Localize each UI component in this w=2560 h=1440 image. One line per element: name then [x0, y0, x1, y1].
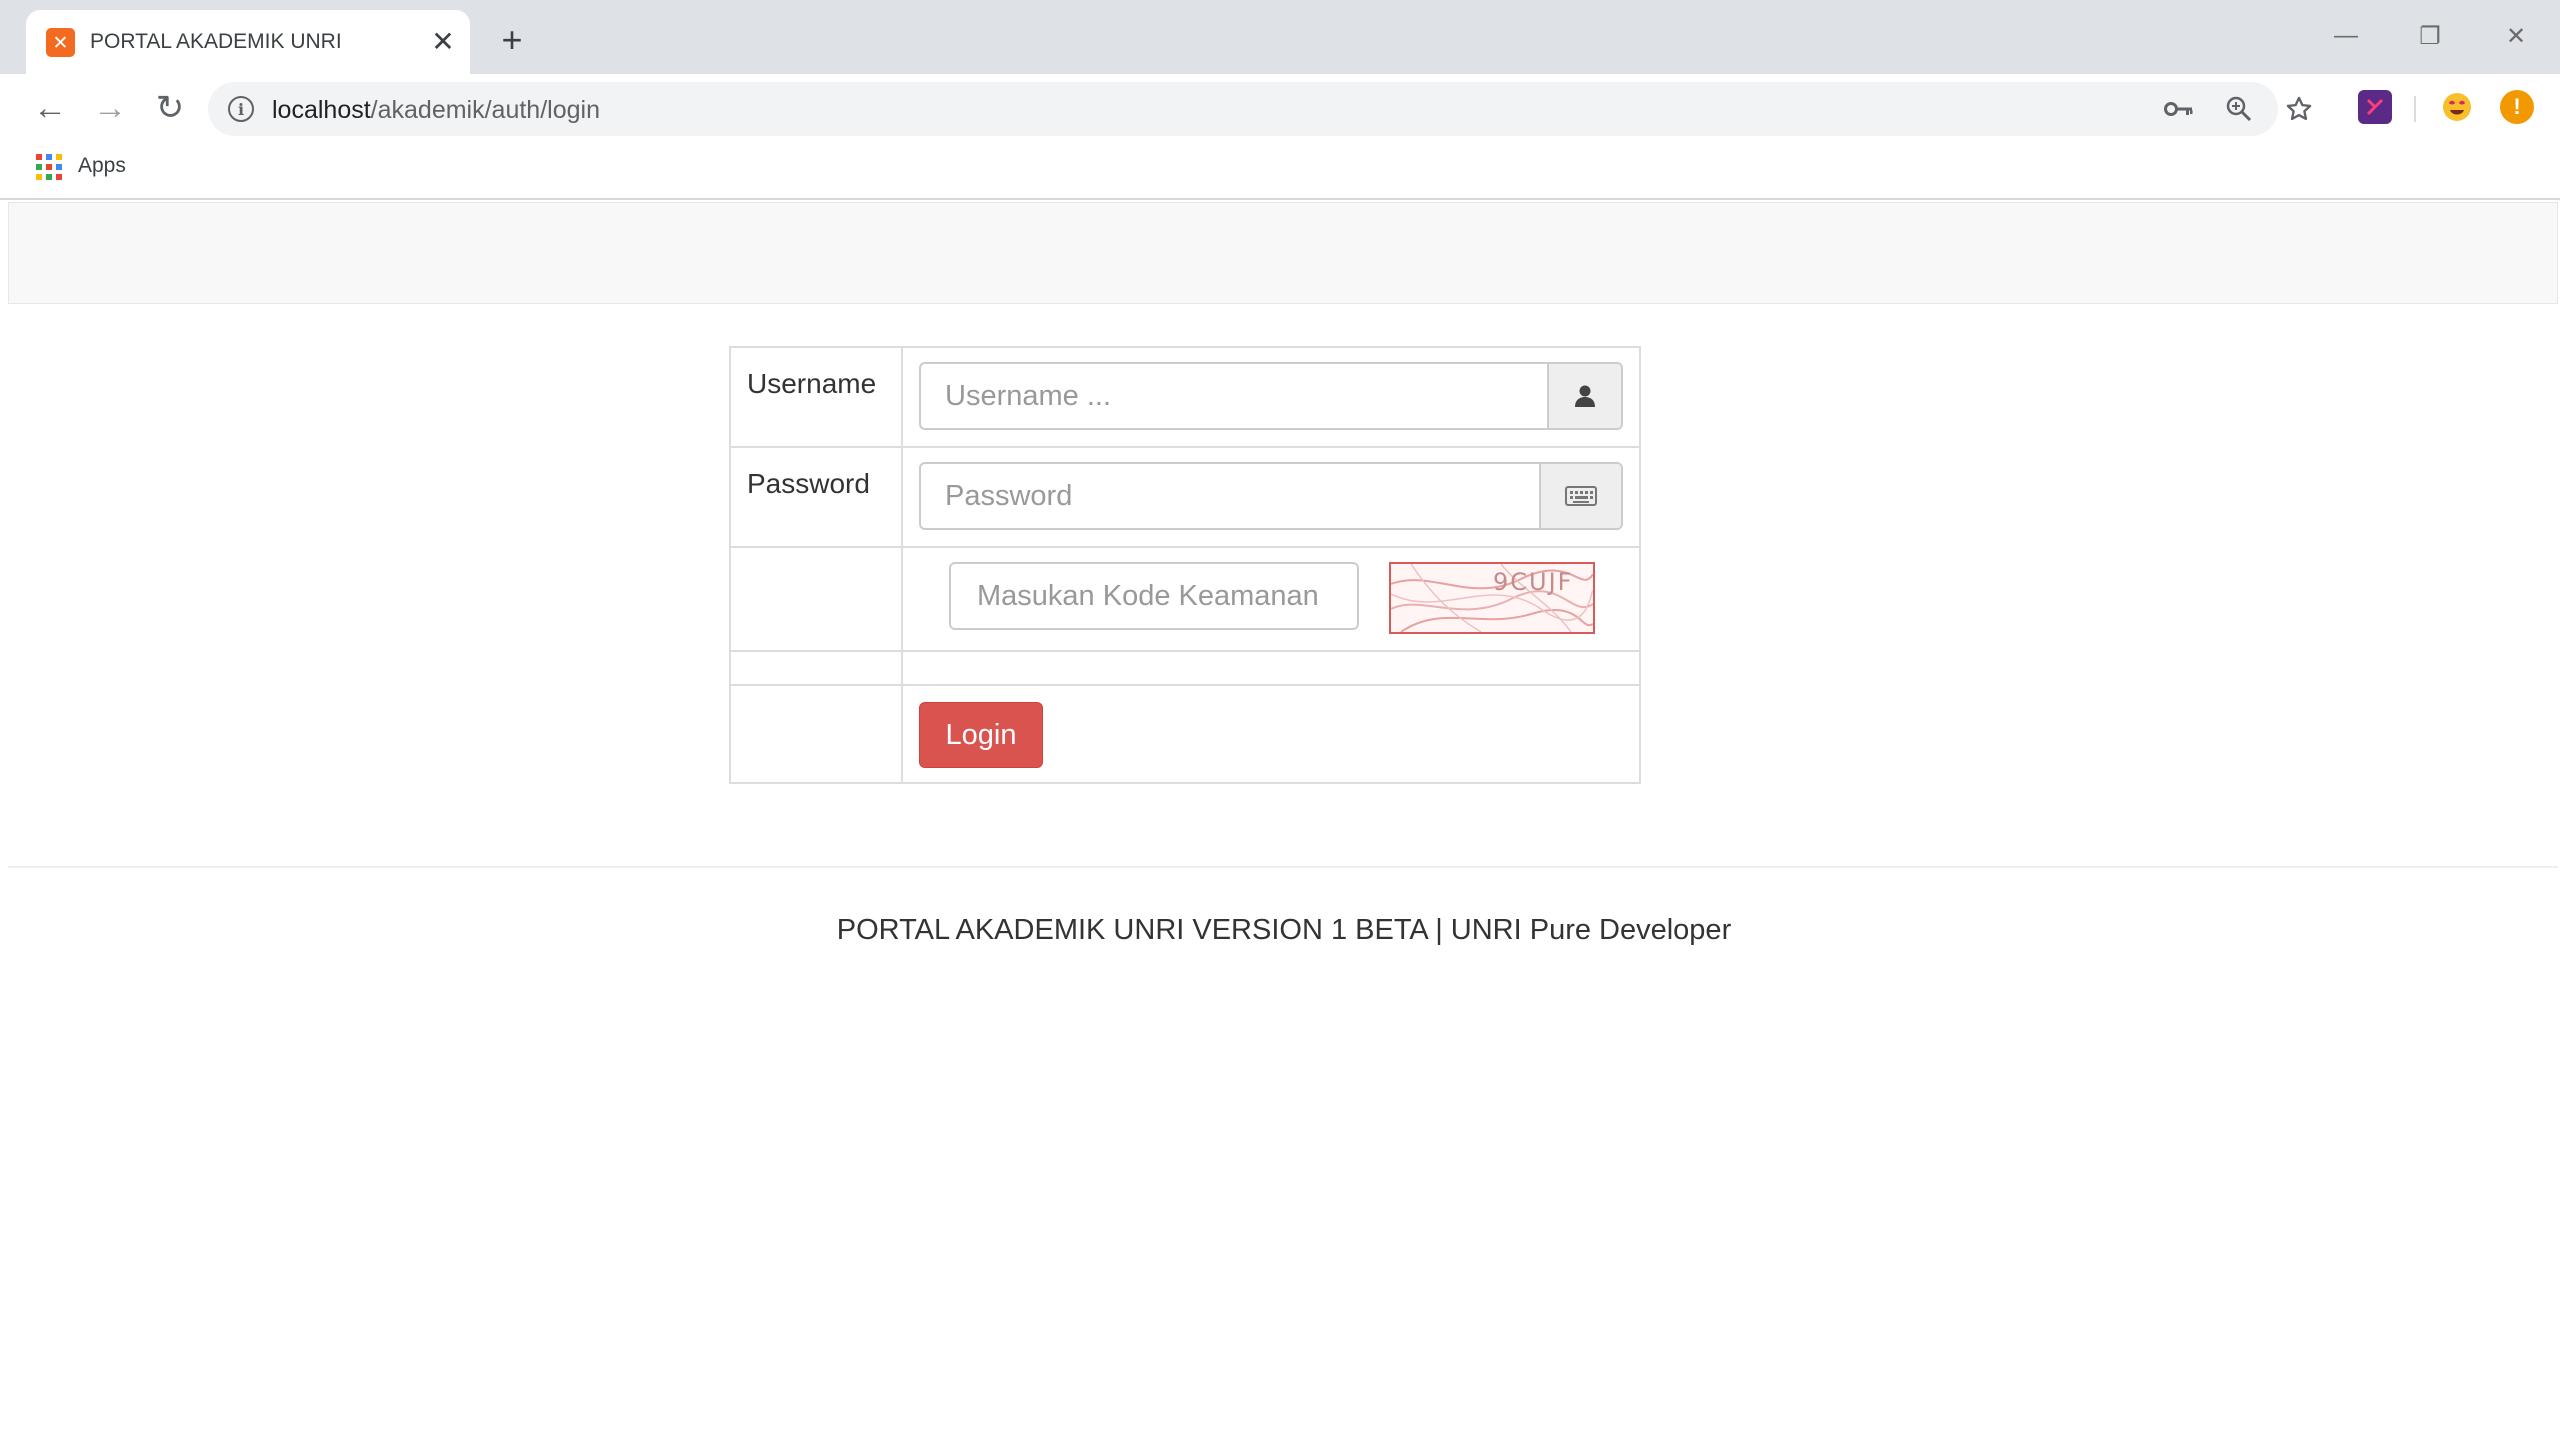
browser-toolbar: ← → ↻ i localhost/akademik/auth/login !: [0, 74, 2560, 142]
bookmark-star-icon[interactable]: [2282, 92, 2316, 126]
xampp-favicon-icon: ✕: [46, 28, 75, 57]
apps-bookmark-label[interactable]: Apps: [78, 154, 126, 178]
login-form-table: Username Password: [729, 346, 1641, 784]
footer-text: PORTAL AKADEMIK UNRI VERSION 1 BETA | UN…: [836, 914, 1732, 946]
bookmarks-bar: Apps: [0, 142, 2560, 200]
extension-icon-purple[interactable]: [2358, 90, 2392, 124]
back-arrow-icon[interactable]: ←: [30, 88, 70, 128]
url-host: localhost: [272, 96, 371, 124]
restore-window-button[interactable]: ❐: [2400, 14, 2460, 58]
tab-title: PORTAL AKADEMIK UNRI: [90, 30, 342, 53]
username-input-group: [919, 362, 1623, 430]
browser-tab[interactable]: ✕ PORTAL AKADEMIK UNRI ✕: [26, 10, 470, 74]
password-label-cell: Password: [731, 448, 903, 546]
page-header-navbar: [8, 202, 2558, 304]
tab-close-icon[interactable]: ✕: [426, 24, 460, 58]
captcha-image: 9CUJF: [1389, 562, 1595, 634]
captcha-label-cell: [731, 548, 903, 650]
extension-icon-emoji[interactable]: [2440, 90, 2474, 124]
password-label: Password: [747, 468, 870, 499]
submit-label-cell: [731, 686, 903, 782]
password-input[interactable]: [921, 464, 1539, 528]
site-info-icon[interactable]: i: [228, 96, 254, 122]
user-icon: [1547, 364, 1621, 428]
toolbar-separator: [2414, 96, 2416, 122]
browser-tabstrip: ✕ PORTAL AKADEMIK UNRI ✕ + — ❐ ✕: [0, 0, 2560, 74]
minimize-window-button[interactable]: —: [2316, 14, 2376, 58]
address-url[interactable]: localhost/akademik/auth/login: [272, 96, 600, 125]
spacer-label-cell: [731, 652, 903, 684]
address-bar[interactable]: i localhost/akademik/auth/login: [208, 82, 2312, 136]
captcha-input[interactable]: [949, 562, 1359, 630]
username-label: Username: [747, 368, 877, 399]
new-tab-button[interactable]: +: [494, 19, 530, 60]
password-row: Password: [731, 448, 1639, 548]
username-label-cell: Username: [731, 348, 903, 446]
login-button[interactable]: Login: [919, 702, 1043, 768]
footer-divider: [8, 866, 2558, 868]
keyboard-icon: [1539, 464, 1621, 528]
apps-grid-icon[interactable]: [36, 154, 62, 180]
password-input-group: [919, 462, 1623, 530]
captcha-row: 9CUJF: [731, 548, 1639, 652]
url-path: /akademik/auth/login: [370, 96, 600, 124]
key-icon[interactable]: [2162, 92, 2196, 126]
submit-row: Login: [731, 686, 1639, 782]
reload-icon[interactable]: ↻: [150, 88, 190, 128]
username-input[interactable]: [921, 364, 1547, 428]
zoom-icon[interactable]: [2222, 92, 2256, 126]
forward-arrow-icon[interactable]: →: [90, 88, 130, 128]
close-window-button[interactable]: ✕: [2486, 14, 2546, 58]
spacer-row: [731, 652, 1639, 686]
captcha-code: 9CUJF: [1493, 568, 1573, 596]
username-row: Username: [731, 348, 1639, 448]
update-alert-icon[interactable]: !: [2500, 90, 2534, 124]
